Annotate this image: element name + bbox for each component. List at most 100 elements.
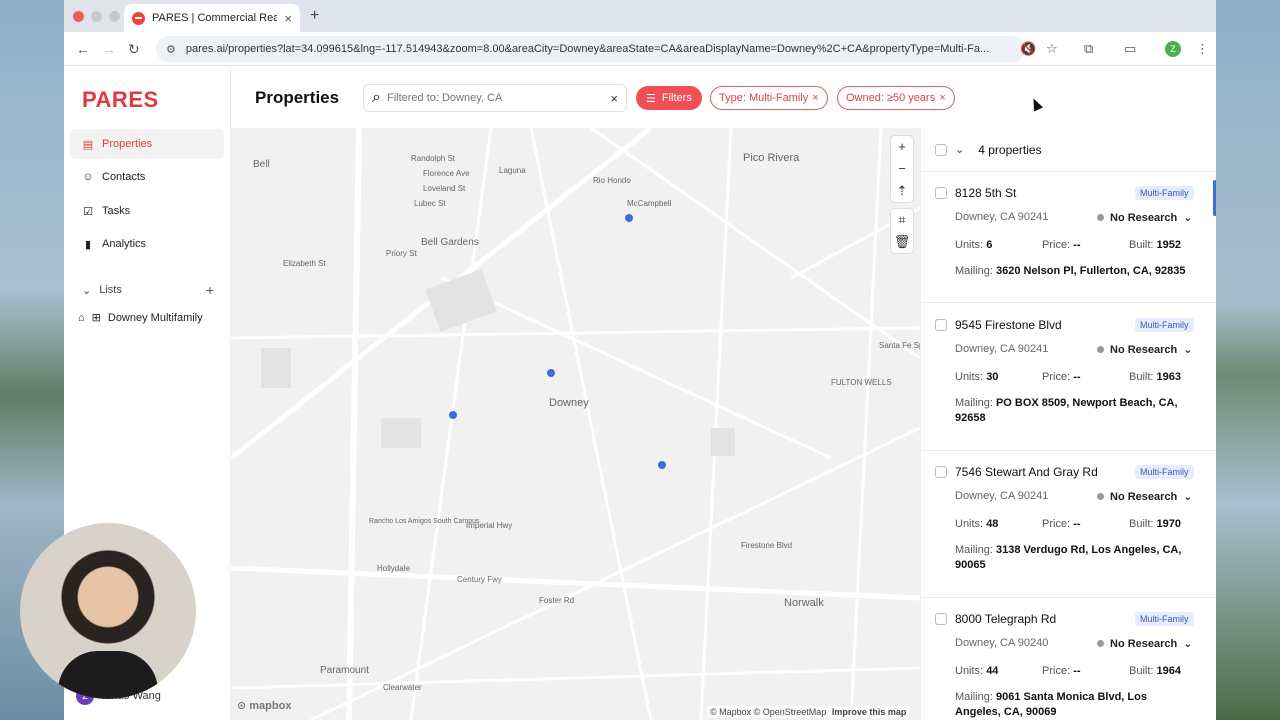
select-dropdown-chevron-icon[interactable]: ⌄ <box>955 143 964 156</box>
compass-button[interactable]: ⇡ <box>891 180 913 202</box>
menu-kebab-icon[interactable]: ⋮ <box>1196 41 1209 57</box>
units-label: Units: <box>955 239 984 251</box>
map-label: Hollydale <box>377 564 410 573</box>
property-checkbox[interactable] <box>935 466 947 478</box>
status-label: No Research <box>1110 211 1178 224</box>
list-item-downey-multifamily[interactable]: ⌂ ⊞ Downey Multifamily <box>78 311 203 325</box>
desktop-wallpaper-right <box>1216 0 1280 720</box>
property-address[interactable]: 9545 Firestone Blvd <box>955 318 1062 332</box>
units-label: Units: <box>955 371 984 383</box>
back-icon[interactable]: ← <box>76 41 90 57</box>
units-label: Units: <box>955 665 984 677</box>
close-window-button[interactable] <box>73 11 84 22</box>
tab-strip: PARES | Commercial Real Esta × + <box>64 0 1216 32</box>
add-list-icon[interactable]: + <box>206 282 214 298</box>
property-address[interactable]: 7546 Stewart And Gray Rd <box>955 465 1098 479</box>
reload-icon[interactable]: ↻ <box>128 41 140 58</box>
sidebar-item-tasks[interactable]: ☑ Tasks <box>70 196 224 226</box>
browser-toolbar: ← → ↻ ⚙ pares.ai/properties?lat=34.09961… <box>64 32 1216 66</box>
profile-avatar[interactable]: Z <box>1165 41 1181 57</box>
property-card[interactable]: 8000 Telegraph Rd Multi-Family Downey, C… <box>921 598 1216 720</box>
forward-icon[interactable]: → <box>102 41 116 57</box>
property-address[interactable]: 8128 5th St <box>955 186 1016 200</box>
map-canvas[interactable]: Pico Rivera Bell Bell Gardens Downey Nor… <box>231 128 920 720</box>
bookmark-star-icon[interactable]: ☆ <box>1046 41 1058 57</box>
lists-label: Lists <box>99 284 122 296</box>
mailing-label: Mailing: <box>955 691 993 703</box>
lists-section-header[interactable]: ⌄ Lists + <box>82 282 214 298</box>
filter-chip-type[interactable]: Type: Multi-Family × <box>710 86 828 110</box>
property-checkbox[interactable] <box>935 187 947 199</box>
mailing-address: Mailing: 9061 Santa Monica Blvd, Los Ang… <box>955 690 1195 720</box>
chevron-down-icon: ⌄ <box>1183 638 1193 650</box>
research-status-dropdown[interactable]: No Research ⌄ <box>1097 490 1192 503</box>
maximize-window-button[interactable] <box>109 11 120 22</box>
pares-logo[interactable]: PARES <box>82 87 159 113</box>
pares-app: PARES ▤ Properties ☺ Contacts ☑ Tasks ▮ … <box>64 67 1216 720</box>
search-input[interactable] <box>386 92 605 104</box>
price-value: -- <box>1073 371 1081 383</box>
properties-header: Properties ⌕ × ☰ Filters Type: Multi-Fam… <box>231 67 1216 128</box>
filter-chip-owned[interactable]: Owned: ≥50 years × <box>837 86 955 110</box>
browser-tab[interactable]: PARES | Commercial Real Esta × <box>124 4 300 32</box>
cast-icon[interactable]: ▭ <box>1124 41 1136 57</box>
search-box[interactable]: ⌕ × <box>363 84 627 112</box>
mapbox-logo[interactable]: ⊙ mapbox <box>237 699 291 712</box>
property-card[interactable]: 9545 Firestone Blvd Multi-Family Downey,… <box>921 304 1216 451</box>
address-bar[interactable]: ⚙ pares.ai/properties?lat=34.099615&lng=… <box>156 36 1026 62</box>
new-tab-icon[interactable]: + <box>310 7 319 25</box>
list-scrollbar[interactable] <box>1213 180 1216 216</box>
map-label: Lubec St <box>414 199 446 208</box>
price-value: -- <box>1073 239 1081 251</box>
sidebar-item-contacts[interactable]: ☺ Contacts <box>70 162 224 192</box>
sidebar-item-properties[interactable]: ▤ Properties <box>70 129 224 159</box>
mailing-label: Mailing: <box>955 265 993 277</box>
site-info-icon[interactable]: ⚙ <box>166 43 176 56</box>
extensions-icon[interactable]: ⧉ <box>1084 41 1093 57</box>
chart-icon: ▮ <box>84 238 92 251</box>
research-status-dropdown[interactable]: No Research ⌄ <box>1097 211 1192 224</box>
property-card[interactable]: 8128 5th St Multi-Family Downey, CA 9024… <box>921 172 1216 303</box>
built-label: Built: <box>1129 239 1154 251</box>
zoom-out-button[interactable]: − <box>891 158 913 180</box>
remove-chip-icon[interactable]: × <box>812 92 818 104</box>
select-all-checkbox[interactable] <box>935 143 947 156</box>
sidebar-item-analytics[interactable]: ▮ Analytics <box>70 229 224 259</box>
built-value: 1963 <box>1156 371 1182 383</box>
draw-polygon-icon[interactable]: ⌗ <box>891 209 913 231</box>
filters-button[interactable]: ☰ Filters <box>636 86 702 110</box>
research-status-dropdown[interactable]: No Research ⌄ <box>1097 343 1192 356</box>
map-attribution: © Mapbox © OpenStreetMap Improve this ma… <box>707 706 910 718</box>
filters-label: Filters <box>661 92 692 104</box>
zoom-in-button[interactable]: + <box>891 136 913 158</box>
property-type-badge: Multi-Family <box>1135 612 1194 626</box>
research-status-dropdown[interactable]: No Research ⌄ <box>1097 637 1192 650</box>
property-type-badge: Multi-Family <box>1135 318 1194 332</box>
attribution-text[interactable]: © Mapbox © OpenStreetMap <box>710 707 826 717</box>
remove-chip-icon[interactable]: × <box>939 92 945 104</box>
clear-search-icon[interactable]: × <box>610 91 618 106</box>
property-city: Downey, CA 90241 <box>955 211 1049 223</box>
mailing-label: Mailing: <box>955 544 993 556</box>
draw-controls: ⌗ 🗑 <box>891 209 913 253</box>
property-marker <box>547 369 555 377</box>
muted-icon[interactable]: 🔇 <box>1020 41 1036 57</box>
pares-favicon-icon <box>132 11 145 25</box>
url-text[interactable]: pares.ai/properties?lat=34.099615&lng=-1… <box>186 43 1016 55</box>
map-label: Priory St <box>386 249 417 258</box>
page-title: Properties <box>255 88 340 107</box>
property-checkbox[interactable] <box>935 319 947 331</box>
map-view[interactable]: Pico Rivera Bell Bell Gardens Downey Nor… <box>231 128 920 720</box>
tab-close-icon[interactable]: × <box>284 11 292 26</box>
minimize-window-button[interactable] <box>91 11 102 22</box>
map-label: Downey <box>549 397 589 409</box>
property-address[interactable]: 8000 Telegraph Rd <box>955 612 1056 626</box>
built-value: 1964 <box>1156 665 1182 677</box>
map-label: Firestone Blvd <box>741 541 792 550</box>
map-label: Florence Ave <box>423 169 470 178</box>
property-checkbox[interactable] <box>935 613 947 625</box>
built-label: Built: <box>1129 371 1154 383</box>
property-card[interactable]: 7546 Stewart And Gray Rd Multi-Family Do… <box>921 451 1216 598</box>
trash-icon[interactable]: 🗑 <box>891 231 913 253</box>
improve-map-link[interactable]: Improve this map <box>832 707 907 717</box>
